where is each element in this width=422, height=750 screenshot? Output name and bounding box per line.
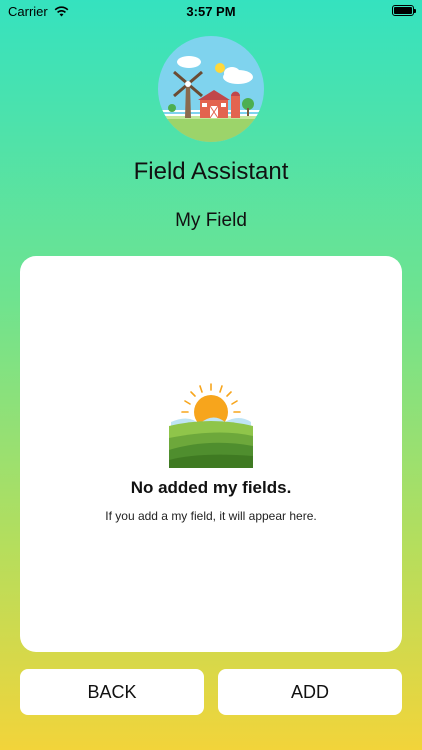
- app-title: Field Assistant: [133, 158, 289, 185]
- empty-state-subtitle: If you add a my field, it will appear he…: [105, 509, 317, 523]
- add-button[interactable]: ADD: [218, 669, 402, 715]
- status-time: 3:57 PM: [186, 4, 236, 19]
- status-bar: Carrier 3:57 PM: [0, 0, 422, 22]
- back-button[interactable]: BACK: [20, 669, 204, 715]
- farm-logo-icon: [158, 36, 264, 142]
- battery-icon: [392, 5, 416, 16]
- page-title: My Field: [175, 210, 247, 231]
- empty-state-title: No added my fields.: [130, 478, 292, 497]
- sun-field-icon: [169, 383, 253, 468]
- fields-list-card: No added my fields. If you add a my fiel…: [20, 256, 402, 652]
